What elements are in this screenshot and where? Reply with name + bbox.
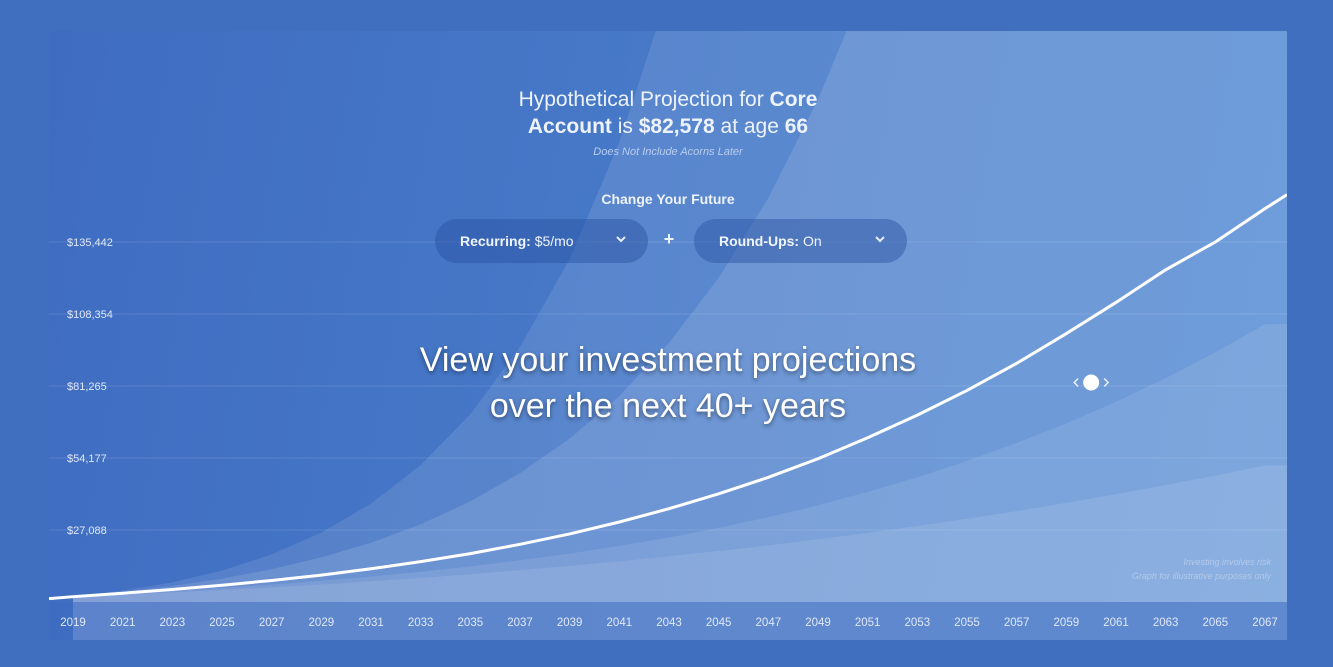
page-title: Hypothetical Projection for Core — [49, 86, 1287, 114]
projected-amount: $82,578 — [638, 115, 715, 138]
recurring-label-wrap: Recurring: $5/mo — [460, 233, 574, 249]
disclaimer: Investing involves risk Graph for illust… — [1132, 555, 1271, 583]
subtitle-note: Does Not Include Acorns Later — [593, 146, 743, 158]
recurring-value: $5/mo — [534, 233, 574, 249]
recurring-label: Recurring: — [460, 233, 531, 249]
y-tick-label: $108,354 — [67, 309, 113, 321]
title-account: Core — [769, 88, 818, 111]
promo-caption: View your investment projections over th… — [49, 337, 1287, 429]
projected-age: 66 — [784, 115, 809, 138]
promo-caption-line2: over the next 40+ years — [489, 387, 847, 425]
x-tick-label: 2025 — [209, 617, 235, 629]
disclaimer-line2: Graph for illustrative purposes only — [1131, 571, 1271, 581]
x-tick-label: 2049 — [805, 617, 831, 629]
recurring-dropdown[interactable]: Recurring: $5/mo — [435, 219, 648, 263]
change-future-label: Change Your Future — [601, 191, 735, 207]
x-tick-label: 2047 — [756, 617, 782, 629]
x-tick-label: 2067 — [1252, 617, 1278, 629]
y-tick-label: $54,177 — [67, 453, 107, 465]
title-is: is — [617, 115, 633, 138]
roundups-value: On — [802, 233, 822, 249]
x-tick-label: 2065 — [1203, 617, 1229, 629]
x-tick-label: 2063 — [1153, 617, 1179, 629]
promo-caption-line1: View your investment projections — [419, 341, 917, 379]
x-tick-label: 2041 — [607, 617, 633, 629]
x-tick-label: 2029 — [309, 617, 335, 629]
x-tick-label: 2053 — [905, 617, 931, 629]
y-tick-label: $135,442 — [67, 237, 113, 249]
roundups-label-wrap: Round-Ups: On — [719, 233, 822, 249]
x-tick-label: 2051 — [855, 617, 881, 629]
y-tick-label: $27,088 — [67, 525, 107, 537]
x-tick-label: 2039 — [557, 617, 583, 629]
plus-icon: + — [663, 229, 675, 249]
x-tick-label: 2027 — [259, 617, 285, 629]
x-tick-label: 2019 — [60, 617, 86, 629]
title-at-age: at age — [720, 115, 779, 138]
roundups-label: Round-Ups: — [719, 233, 800, 249]
page-title-line2: Account is $82,578 at age 66 — [49, 113, 1287, 141]
x-tick-label: 2031 — [358, 617, 384, 629]
x-tick-label: 2059 — [1054, 617, 1080, 629]
projection-panel: $27,088 $54,177 $81,265 $108,354 $135,442 20… — [49, 31, 1287, 640]
x-tick-label: 2057 — [1004, 617, 1030, 629]
x-tick-label: 2061 — [1103, 617, 1129, 629]
title-account2: Account — [527, 115, 612, 138]
x-tick-label: 2037 — [507, 617, 533, 629]
chevron-down-icon — [616, 232, 626, 246]
x-tick-label: 2033 — [408, 617, 434, 629]
x-tick-label: 2023 — [160, 617, 186, 629]
x-tick-label: 2021 — [110, 617, 136, 629]
x-tick-label: 2055 — [954, 617, 980, 629]
x-tick-label: 2045 — [706, 617, 732, 629]
x-tick-label: 2035 — [458, 617, 484, 629]
x-tick-label: 2043 — [656, 617, 682, 629]
title-prefix: Hypothetical Projection for — [518, 88, 764, 111]
roundups-dropdown[interactable]: Round-Ups: On — [694, 219, 907, 263]
chevron-down-icon — [875, 232, 885, 246]
disclaimer-line1: Investing involves risk — [1183, 557, 1271, 567]
